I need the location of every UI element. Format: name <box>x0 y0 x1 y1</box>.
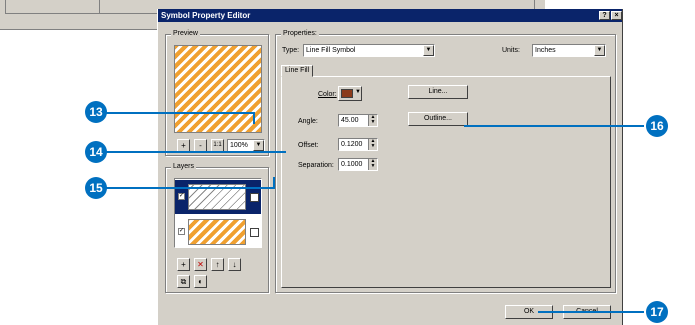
spinner-icon[interactable]: ▲ ▼ <box>368 159 377 170</box>
callout-15: 15 <box>85 177 107 199</box>
type-label: Type: <box>282 47 300 54</box>
delete-layer-button[interactable]: ✕ <box>194 258 207 271</box>
color-picker-button[interactable]: ▼ <box>338 86 362 101</box>
layer-visible-checkbox[interactable]: ✓ <box>178 228 185 235</box>
spinner-icon[interactable]: ▲ ▼ <box>368 139 377 150</box>
preview-group-label: Preview <box>171 30 200 38</box>
outline-button[interactable]: Outline... <box>408 112 468 126</box>
preview-group: Preview + - 1:1 100% ▼ <box>165 30 269 156</box>
layer-row-1[interactable]: ✓ <box>175 180 261 214</box>
layer-swatch-orange <box>188 219 246 245</box>
symbol-property-editor-dialog: Symbol Property Editor ? × Preview + - 1… <box>157 9 623 325</box>
units-label: Units: <box>502 47 520 54</box>
copy-layer-button[interactable]: ⧉ <box>177 275 190 288</box>
callout-15-leader <box>105 187 275 189</box>
layers-group: Layers ✓ ✓ + ✕ ↑ ↓ ⧉ ◐ <box>165 163 269 293</box>
move-layer-up-button[interactable]: ↑ <box>211 258 224 271</box>
layer-properties-icon[interactable] <box>250 193 259 202</box>
units-select-value: Inches <box>535 47 556 54</box>
color-swatch <box>341 89 353 98</box>
angle-value: 45.00 <box>341 117 359 124</box>
type-select-value: Line Fill Symbol <box>306 47 356 54</box>
offset-input[interactable]: 0.1200 ▲ ▼ <box>338 138 378 151</box>
callout-13: 13 <box>85 101 107 123</box>
dialog-title: Symbol Property Editor <box>161 11 251 20</box>
callout-16: 16 <box>646 115 668 137</box>
separation-input[interactable]: 0.1000 ▲ ▼ <box>338 158 378 171</box>
chevron-down-icon: ▼ <box>355 89 361 95</box>
color-label: Color: <box>318 91 337 98</box>
background-window-divider <box>99 0 100 13</box>
add-layer-button[interactable]: + <box>177 258 190 271</box>
layer-visible-checkbox[interactable]: ✓ <box>178 193 185 200</box>
angle-label: Angle: <box>298 118 318 125</box>
properties-group: Properties: Type: Line Fill Symbol ▼ Uni… <box>275 30 616 293</box>
units-select[interactable]: Inches ▼ <box>532 44 606 57</box>
separation-label: Separation: <box>298 162 334 169</box>
callout-14-leader <box>105 151 286 153</box>
line-button[interactable]: Line... <box>408 85 468 99</box>
layers-group-label: Layers <box>171 163 197 171</box>
help-button[interactable]: ? <box>599 11 610 20</box>
callout-15-leader-vertical <box>273 177 275 189</box>
callout-17-leader <box>538 311 644 313</box>
type-select[interactable]: Line Fill Symbol ▼ <box>303 44 435 57</box>
line-fill-tab-page: Color: ▼ Angle: 45.00 ▲ ▼ Offset: 0.1200 … <box>281 76 611 288</box>
offset-label: Offset: <box>298 142 319 149</box>
paste-layer-button[interactable]: ◐ <box>194 275 207 288</box>
tab-line-fill[interactable]: Line Fill <box>281 65 314 77</box>
callout-17: 17 <box>646 301 668 323</box>
callout-14: 14 <box>85 141 107 163</box>
close-button[interactable]: × <box>611 11 622 20</box>
layer-row-2[interactable]: ✓ <box>175 215 261 249</box>
dialog-title-bar: Symbol Property Editor ? × <box>158 9 622 22</box>
layer-properties-icon[interactable] <box>250 228 259 237</box>
move-layer-down-button[interactable]: ↓ <box>228 258 241 271</box>
spinner-icon[interactable]: ▲ ▼ <box>368 115 377 126</box>
separation-value: 0.1000 <box>341 161 363 168</box>
chevron-down-icon: ▼ <box>423 45 434 56</box>
zoom-select-value: 100% <box>230 142 248 149</box>
offset-value: 0.1200 <box>341 141 363 148</box>
preview-symbol <box>174 45 262 133</box>
chevron-down-icon: ▼ <box>253 140 264 151</box>
properties-group-label: Properties: <box>281 30 319 38</box>
callout-13-leader-vertical <box>253 112 255 124</box>
angle-input[interactable]: 45.00 ▲ ▼ <box>338 114 378 127</box>
chevron-down-icon: ▼ <box>594 45 605 56</box>
callout-16-leader <box>464 125 644 127</box>
callout-13-leader <box>105 112 255 114</box>
